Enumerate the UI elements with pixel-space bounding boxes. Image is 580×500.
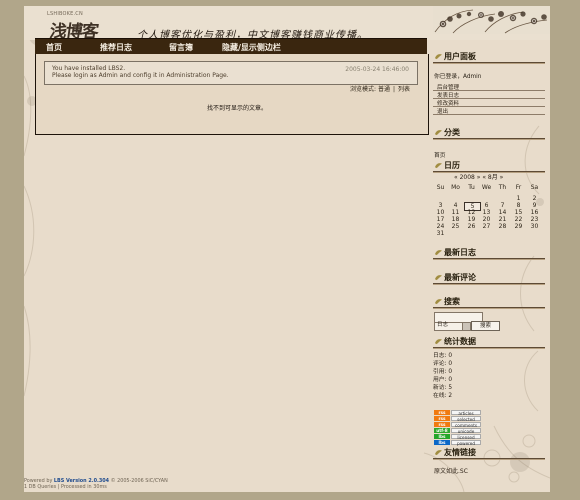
main-content: You have installed LBS2. Please login as… [35,54,429,135]
categories-heading: 分类 [433,127,545,140]
user-panel-heading: 用户面板 [433,51,545,64]
stat-comments: 评论: 0 [433,361,453,367]
rss-comments-badge[interactable]: rss comments [434,422,481,428]
footer-copyright: © 2005-2006 SiC/CYAN [109,478,168,484]
blog-page: LSHIBOKE.CN 浅博客 个人博客优化与盈利，中文博客赚钱商业传播。 首页 [24,6,550,492]
calendar-day[interactable]: 15 [511,209,526,216]
section-leaf-icon [435,163,442,169]
stats-heading: 统计数据 [433,336,545,349]
footer-query-info: 1 DB Queries | Processed in 30ms [24,483,107,490]
unicode-badge[interactable]: utf-8 unicode [434,428,481,434]
friends-heading: 友情链接 [433,447,545,460]
calendar-day[interactable]: 7 [495,202,510,209]
calendar-heading: 日历 [433,160,545,173]
calendar-day[interactable]: 17 [433,216,448,223]
stat-logs: 日志: 0 [433,353,453,359]
calendar-day[interactable]: 2 [527,195,542,202]
notice-date: 2005-03-24 16:46:00 [345,66,409,73]
categories-title: 分类 [444,127,460,137]
nav-toggle-sidebar[interactable]: 隐藏/显示侧边栏 [222,42,281,53]
calendar-day[interactable]: 8 [511,202,526,209]
category-home[interactable]: 首页 [434,150,446,159]
section-leaf-icon [435,339,442,345]
nav-home[interactable]: 首页 [46,42,62,53]
calendar-day[interactable]: 24 [433,223,448,230]
recent-logs-title: 最新日志 [444,247,476,257]
empty-message: 找不到可显示的文章。 [207,105,268,112]
calendar-day[interactable]: 3 [433,202,448,209]
rss-articles-badge[interactable]: rss articles [434,410,481,416]
stats-title: 统计数据 [444,336,476,346]
admin-menu-link-logout[interactable]: 退出 [433,108,545,115]
view-mode-normal[interactable]: 普通 [378,86,390,93]
calendar-day[interactable]: 20 [479,216,494,223]
section-leaf-icon [435,450,442,456]
chevron-down-icon [462,323,470,330]
view-mode-list[interactable]: 列表 [398,86,410,93]
stat-trackbacks: 引用: 0 [433,369,453,375]
search-title: 搜索 [444,296,460,306]
calendar-day[interactable]: 16 [527,209,542,216]
calendar-day[interactable]: 25 [448,223,463,230]
site-footer: Powered by LBS Version 2.0.304 © 2005-20… [24,478,168,490]
calendar-day[interactable]: 14 [495,209,510,216]
calendar-day[interactable]: 4 [448,202,463,209]
calendar-day[interactable]: 27 [479,223,494,230]
install-notice: You have installed LBS2. Please login as… [44,61,418,85]
admin-menu-link-post[interactable]: 发表日志 [433,92,545,99]
calendar-day[interactable]: 30 [527,223,542,230]
calendar-day[interactable]: 29 [511,223,526,230]
corner-decoration [433,6,550,34]
rss-selected-badge[interactable]: rss selected [434,416,481,422]
nav-recommended-logs[interactable]: 推荐日志 [100,42,132,53]
calendar-title: 日历 [444,160,460,170]
calendar-day[interactable]: 23 [527,216,542,223]
admin-menu-link-admin[interactable]: 后台管理 [433,84,545,91]
friends-title: 友情链接 [444,447,476,457]
recent-comments-title: 最新评论 [444,272,476,282]
calendar-day[interactable]: 22 [511,216,526,223]
calendar-day[interactable]: 11 [448,209,463,216]
search-button[interactable]: 搜索 [471,321,500,331]
nav-guestbook[interactable]: 留言簿 [169,42,193,53]
view-mode: 浏览模式: 普通 | 列表 [350,86,411,93]
calendar-day[interactable]: 19 [464,216,479,223]
calendar-day[interactable]: 1 [511,195,526,202]
login-status: 你已登录，Admin [434,74,482,80]
search-heading: 搜索 [433,296,545,309]
site-header: LSHIBOKE.CN 浅博客 个人博客优化与盈利，中文博客赚钱商业传播。 [24,6,550,42]
search-scope-select[interactable]: 日志 [434,322,471,331]
calendar-day[interactable]: 26 [464,223,479,230]
stat-new-visits: 新访: 5 [433,385,453,391]
calendar-navigation[interactable]: « 2008 » « 8月 » [454,172,503,181]
licensed-badge[interactable]: lbs licensed [434,434,481,440]
recent-comments-heading: 最新评论 [433,272,545,285]
view-mode-label: 浏览模式: [350,86,377,93]
calendar-day[interactable]: 13 [479,209,494,216]
calendar-day[interactable]: 10 [433,209,448,216]
calendar-day[interactable]: 12 [464,209,479,216]
calendar-day[interactable]: 6 [479,202,494,209]
user-panel-title: 用户面板 [444,51,476,61]
section-leaf-icon [435,299,442,305]
calendar-day[interactable]: 31 [433,230,448,237]
section-leaf-icon [435,54,442,60]
notice-line-2: Please login as Admin and config it in A… [52,71,229,79]
stats-list: 日志: 0 评论: 0 引用: 0 用户: 0 新访: 5 在线: 2 [433,352,452,400]
calendar-day[interactable]: 18 [448,216,463,223]
recent-logs-heading: 最新日志 [433,247,545,260]
sidebar: 用户面板 你已登录，Admin 后台管理 发表日志 修改资料 退出 分类 首页 … [433,49,550,492]
section-leaf-icon [435,130,442,136]
calendar-day[interactable]: 28 [495,223,510,230]
admin-menu-link-profile[interactable]: 修改资料 [433,100,545,107]
section-leaf-icon [435,275,442,281]
calendar-day[interactable]: 9 [527,202,542,209]
friend-link[interactable]: 原文如此.SC [434,466,468,475]
stat-users: 用户: 0 [433,377,453,383]
calendar-day[interactable]: 21 [495,216,510,223]
stat-online: 在线: 2 [433,393,453,399]
section-leaf-icon [435,250,442,256]
powered-badge[interactable]: lbs powered [434,440,481,446]
